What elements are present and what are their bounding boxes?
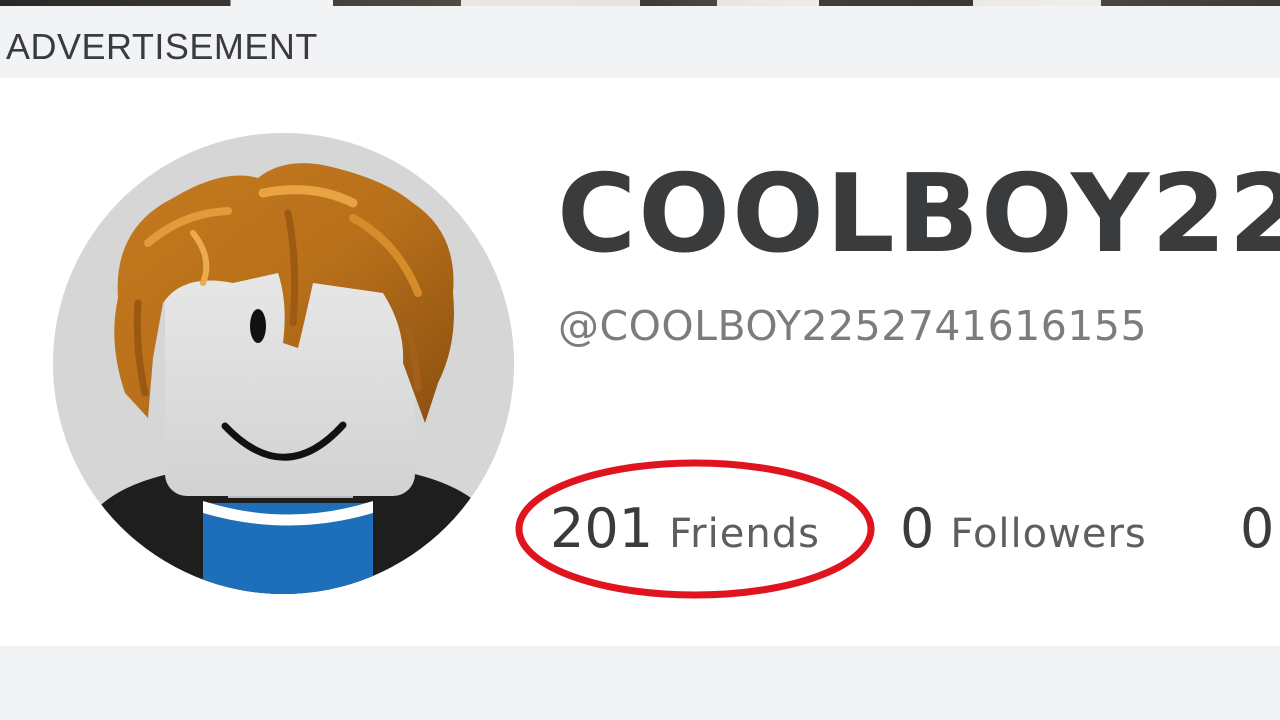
friends-stat[interactable]: 201 Friends	[550, 497, 820, 566]
followers-stat[interactable]: 0 Followers	[900, 497, 1147, 566]
ad-banner-edge	[0, 0, 1280, 6]
advertisement-label: ADVERTISEMENT	[6, 26, 318, 67]
followers-count: 0	[900, 497, 935, 560]
following-count: 0	[1240, 497, 1275, 560]
display-name: COOLBOY22	[557, 152, 1280, 277]
username: @COOLBOY2252741616155	[558, 302, 1148, 350]
page-background-band	[0, 646, 1280, 720]
avatar[interactable]	[53, 133, 514, 594]
avatar-headshot-icon	[53, 133, 514, 594]
following-stat[interactable]: 0	[1240, 497, 1274, 561]
followers-label: Followers	[950, 511, 1147, 557]
friends-count: 201	[550, 497, 654, 560]
friends-label: Friends	[669, 511, 820, 557]
profile-page: ADVERTISEMENT COOLBOY22 @COOLBOY22527416…	[0, 0, 1280, 720]
